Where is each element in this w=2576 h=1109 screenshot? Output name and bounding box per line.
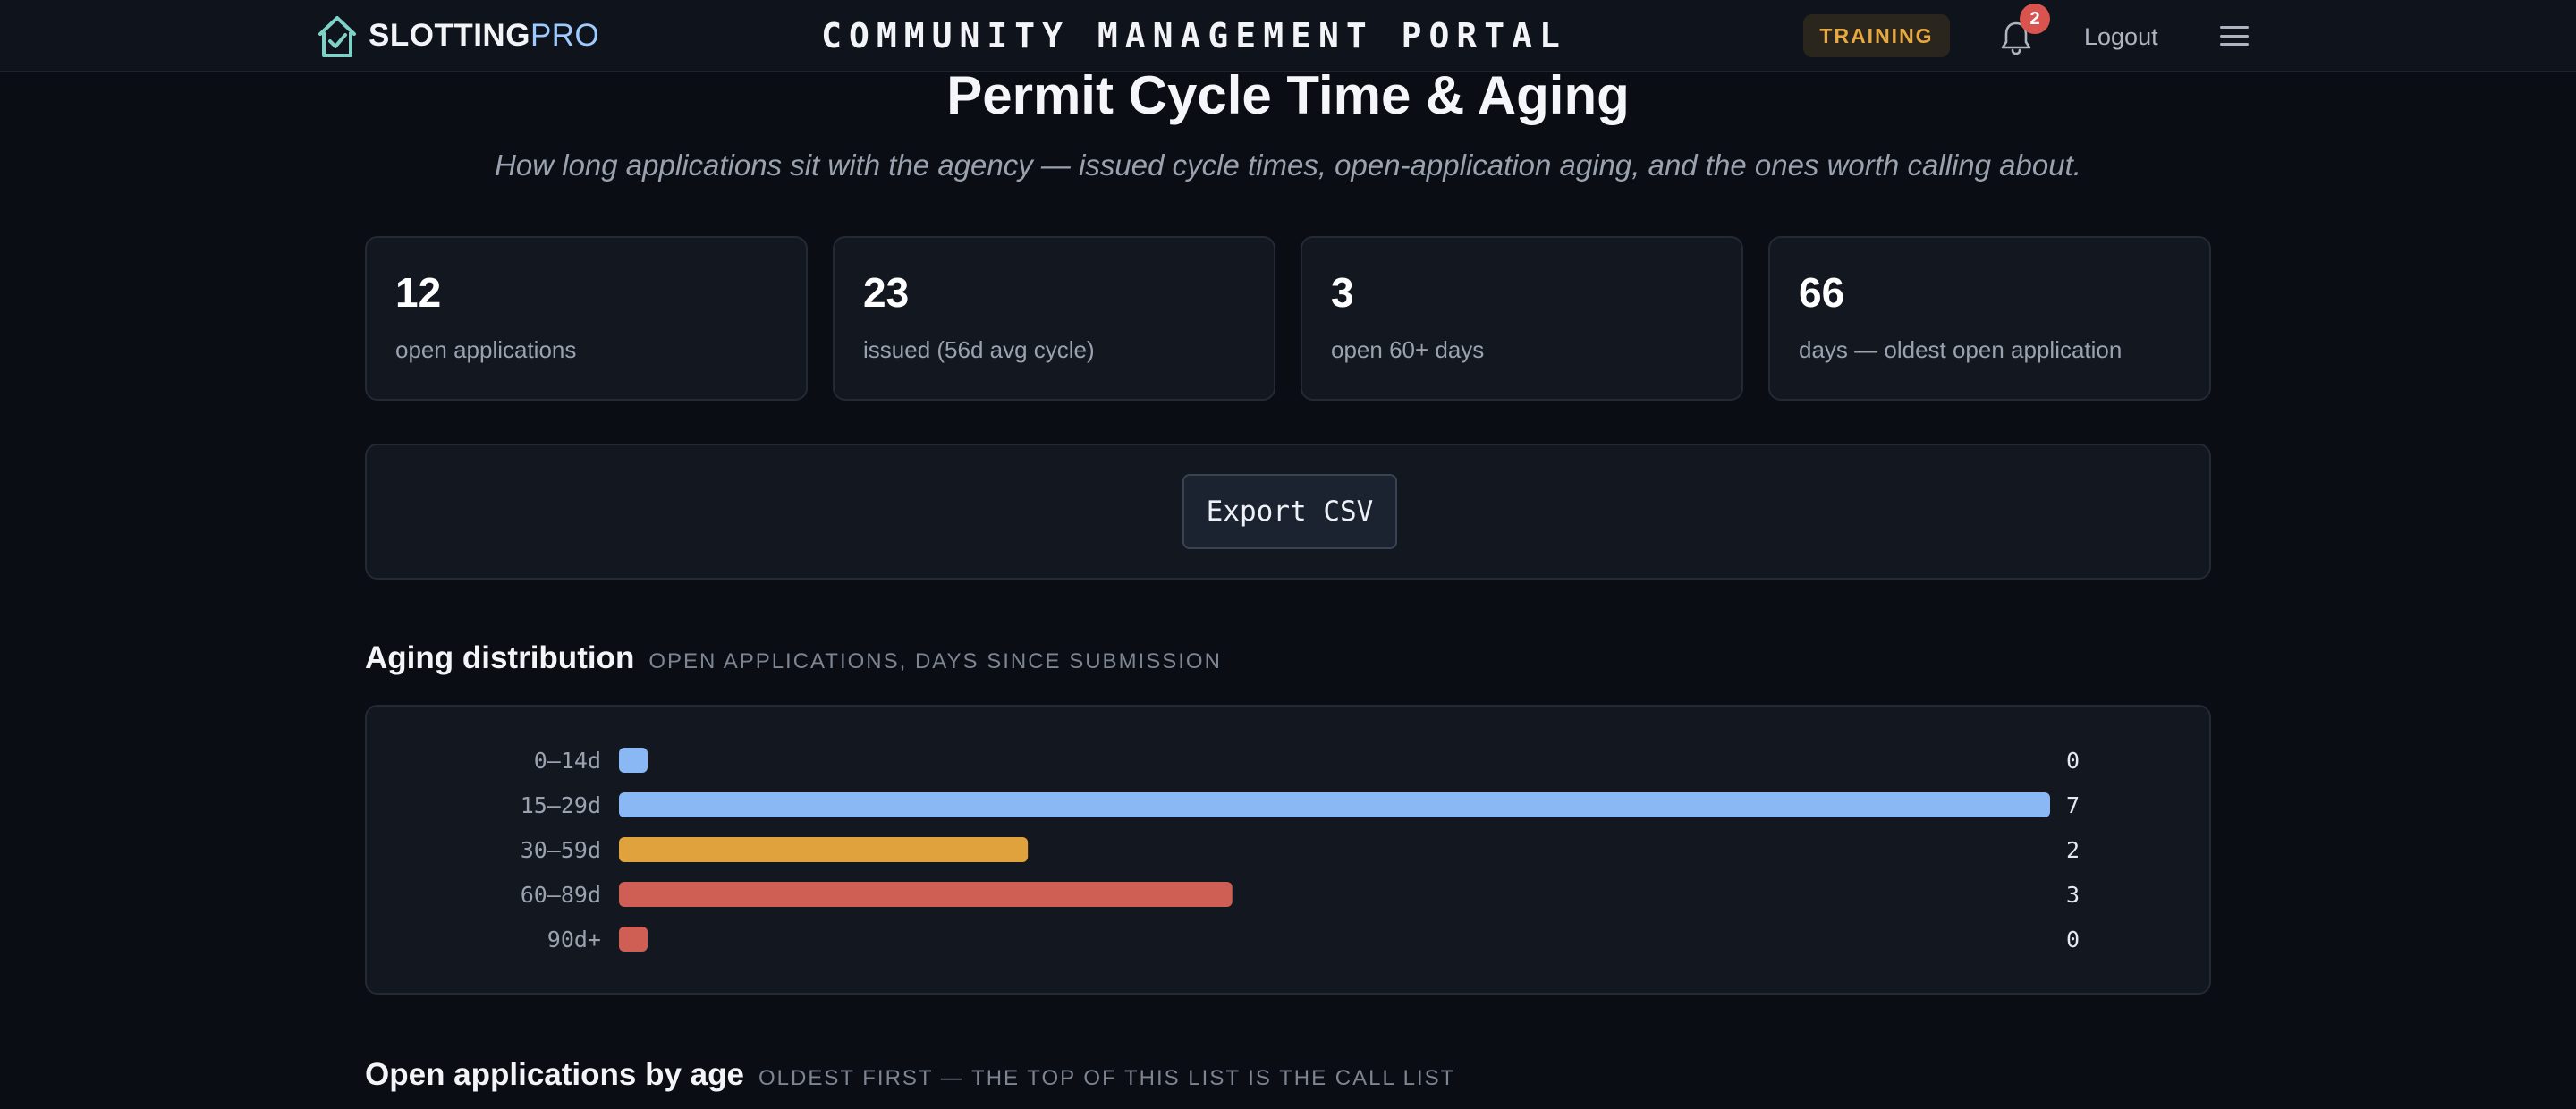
stat-card-over-60: 3 open 60+ days bbox=[1301, 236, 1743, 401]
top-nav-bar: SLOTTINGPRO COMMUNITY MANAGEMENT PORTAL … bbox=[0, 0, 2576, 72]
portal-title: COMMUNITY MANAGEMENT PORTAL bbox=[821, 16, 1567, 55]
stat-card-open: 12 open applications bbox=[365, 236, 808, 401]
notification-count-badge: 2 bbox=[2020, 4, 2050, 34]
bar-value-label: 0 bbox=[2066, 927, 2080, 952]
house-check-logo-icon bbox=[318, 16, 356, 57]
aging-bar bbox=[619, 927, 648, 952]
bar-value-label: 0 bbox=[2066, 748, 2080, 774]
aging-bar bbox=[619, 792, 2050, 817]
bar-category-label: 15–29d bbox=[521, 792, 601, 818]
brand-name: SLOTTINGPRO bbox=[369, 18, 599, 54]
brand-logo[interactable]: SLOTTINGPRO bbox=[315, 11, 599, 61]
stat-label: issued (56d avg cycle) bbox=[863, 336, 1095, 363]
stat-card-issued: 23 issued (56d avg cycle) bbox=[833, 236, 1275, 401]
page-title: Permit Cycle Time & Aging bbox=[946, 65, 1630, 125]
section-title: Aging distribution bbox=[365, 640, 635, 675]
training-mode-badge: TRAINING bbox=[1803, 14, 1950, 57]
aging-chart-panel: 0–14d 0 15–29d 7 30–59d 2 60–89d 3 90d+ 0 bbox=[365, 705, 2211, 995]
stat-label: open applications bbox=[395, 336, 577, 363]
stat-value: 12 bbox=[395, 269, 442, 316]
menu-icon[interactable] bbox=[2220, 21, 2249, 50]
bar-value-label: 7 bbox=[2066, 792, 2080, 818]
stat-card-oldest: 66 days — oldest open application bbox=[1768, 236, 2211, 401]
brand-secondary: PRO bbox=[530, 18, 600, 53]
export-csv-button[interactable]: Export CSV bbox=[1182, 474, 1397, 549]
logout-link[interactable]: Logout bbox=[2084, 18, 2158, 55]
section-subtitle: OLDEST FIRST — THE TOP OF THIS LIST IS T… bbox=[758, 1066, 1456, 1090]
bar-category-label: 30–59d bbox=[521, 837, 601, 863]
export-panel: Export CSV bbox=[365, 444, 2211, 580]
stat-value: 23 bbox=[863, 269, 910, 316]
aging-bar bbox=[619, 837, 1029, 862]
bar-category-label: 60–89d bbox=[521, 882, 601, 908]
bar-category-label: 90d+ bbox=[547, 927, 601, 952]
bar-category-label: 0–14d bbox=[534, 748, 601, 774]
section-title: Open applications by age bbox=[365, 1057, 744, 1092]
open-applications-section-header: Open applications by age OLDEST FIRST — … bbox=[365, 1057, 1455, 1093]
stat-value: 3 bbox=[1331, 269, 1354, 316]
stat-cards: 12 open applications 23 issued (56d avg … bbox=[365, 236, 2211, 401]
bar-value-label: 3 bbox=[2066, 882, 2080, 908]
aging-bar bbox=[619, 882, 1233, 907]
section-subtitle: OPEN APPLICATIONS, DAYS SINCE SUBMISSION bbox=[648, 649, 1222, 673]
stat-value: 66 bbox=[1799, 269, 1845, 316]
stat-label: days — oldest open application bbox=[1799, 336, 2123, 363]
page-subtitle: How long applications sit with the agenc… bbox=[495, 148, 2081, 182]
aging-section-header: Aging distribution OPEN APPLICATIONS, DA… bbox=[365, 640, 1222, 676]
aging-bar-chart: 0–14d 0 15–29d 7 30–59d 2 60–89d 3 90d+ 0 bbox=[521, 748, 2080, 952]
stat-label: open 60+ days bbox=[1331, 336, 1485, 363]
bar-value-label: 2 bbox=[2066, 837, 2080, 863]
brand-primary: SLOTTING bbox=[369, 18, 530, 53]
aging-bar bbox=[619, 748, 648, 773]
